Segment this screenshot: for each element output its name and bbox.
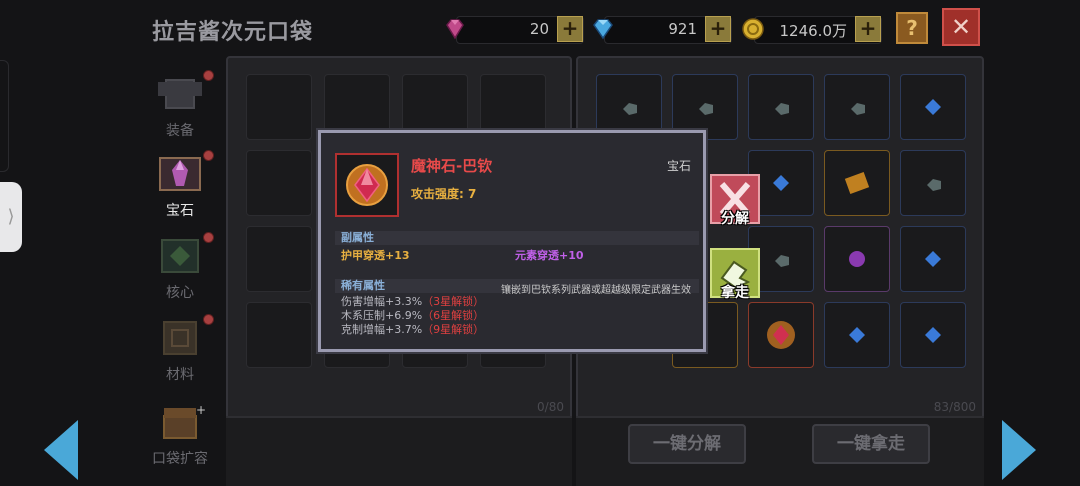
side-drawer-handle[interactable]: ⟩ (0, 182, 22, 252)
close-button[interactable]: ✕ (942, 8, 980, 46)
notification-dot (203, 70, 214, 81)
secondary-attr-header: 副属性 (335, 231, 699, 245)
storage-slot[interactable] (900, 150, 966, 216)
rare-attr-line: 木系压制+6.9%（6星解锁） (341, 309, 484, 323)
item-icon-frame (335, 153, 399, 217)
rare-attr-lock: （3星解锁） (422, 295, 485, 308)
take-button[interactable]: 拿走 (710, 248, 760, 301)
purple-gem-icon (849, 251, 865, 267)
storage-slot[interactable] (824, 150, 890, 216)
material-icon (163, 321, 197, 355)
next-page-arrow-icon[interactable] (1002, 420, 1036, 480)
storage-slot[interactable] (748, 74, 814, 140)
notification-dot (203, 150, 214, 161)
blue-gem-icon (925, 251, 941, 267)
left-edge-frame (0, 60, 9, 172)
item-type: 宝石 (666, 159, 691, 173)
take-all-button[interactable]: 一键拿走 (812, 424, 930, 464)
notification-dot (203, 232, 214, 243)
decompose-label: 分解 (721, 211, 749, 227)
blue-diamond-counter: 921 + (593, 16, 732, 44)
take-label: 拿走 (721, 285, 749, 301)
svg-text:+: + (196, 403, 206, 417)
add-blue-diamond-button[interactable]: + (705, 16, 731, 42)
page-title: 拉吉酱次元口袋 (152, 20, 314, 45)
sidebar-item-pocket-expand[interactable]: + 口袋扩容 (140, 398, 220, 468)
pocket-slot[interactable] (246, 150, 312, 216)
add-pink-gem-button[interactable]: + (557, 16, 583, 42)
prev-page-arrow-icon[interactable] (44, 420, 78, 480)
item-name: 魔神石-巴钦 (411, 157, 493, 175)
rare-attr-line: 克制增幅+3.7%（9星解锁） (341, 323, 484, 337)
pocket-slot[interactable] (246, 302, 312, 368)
pocket-bottom-bar (226, 416, 572, 486)
help-button[interactable]: ? (896, 12, 928, 44)
pink-gem-value: 20 (529, 20, 549, 38)
armor-icon (158, 79, 202, 109)
scroll-icon (844, 172, 870, 194)
rare-attr-text: 克制增幅+3.7% (341, 323, 423, 336)
gem-icon (159, 157, 201, 191)
notification-dot (203, 314, 214, 325)
blue-gem-icon (925, 327, 941, 343)
sidebar-item-material[interactable]: 材料 (140, 314, 220, 384)
rare-attr-lock: （9星解锁） (422, 323, 485, 336)
demon-stone-icon (346, 164, 388, 206)
blue-gem-icon (849, 327, 865, 343)
stone-icon (851, 103, 865, 115)
stone-icon (775, 103, 789, 115)
rare-attr-text: 木系压制+6.9% (341, 309, 423, 322)
pocket-count: 0/80 (537, 400, 564, 414)
blue-gem-icon (925, 99, 941, 115)
sidebar-item-label: 核心 (166, 285, 194, 301)
sidebar-item-equipment[interactable]: 装备 (140, 70, 220, 140)
rare-attr-note: 镶嵌到巴钦系列武器或超越级限定武器生效 (501, 285, 691, 296)
pocket-slot[interactable] (246, 226, 312, 292)
storage-slot[interactable] (824, 74, 890, 140)
storage-slot[interactable] (824, 302, 890, 368)
sidebar-item-core[interactable]: 核心 (140, 232, 220, 302)
rare-attr-lock: （6星解锁） (422, 309, 485, 322)
stone-icon (927, 179, 941, 191)
storage-slot[interactable] (824, 226, 890, 292)
gold-coin-value: 1246.0万 (779, 22, 848, 40)
add-gold-coin-button[interactable]: + (855, 16, 881, 42)
chest-icon: + (163, 403, 206, 439)
storage-slot[interactable] (900, 74, 966, 140)
storage-slot[interactable] (900, 226, 966, 292)
item-tooltip: 魔神石-巴钦 宝石 攻击强度: 7 副属性 护甲穿透+13 元素穿透+10 稀有… (318, 130, 706, 352)
gold-coin-icon (742, 18, 764, 40)
sidebar-item-label: 宝石 (166, 203, 194, 219)
storage-slot-selected[interactable] (748, 302, 814, 368)
sidebar-item-label: 口袋扩容 (152, 451, 208, 467)
gold-coin-counter: 1246.0万 + (742, 16, 882, 44)
demon-stone-icon (767, 321, 795, 349)
pocket-slot[interactable] (246, 74, 312, 140)
blue-diamond-icon (593, 19, 613, 40)
sidebar-item-label: 材料 (166, 367, 194, 383)
blue-diamond-value: 921 (668, 20, 697, 38)
decompose-button[interactable]: 分解 (710, 174, 760, 227)
pink-gem-icon (446, 19, 464, 40)
sidebar-item-label: 装备 (166, 123, 194, 139)
rare-attr-line: 伤害增幅+3.3%（3星解锁） (341, 295, 484, 309)
storage-slot[interactable] (900, 302, 966, 368)
sidebar-item-gem[interactable]: 宝石 (140, 150, 220, 220)
core-icon (161, 239, 199, 273)
secondary-attr-element-pen: 元素穿透+10 (515, 249, 584, 262)
item-attack: 攻击强度: 7 (411, 187, 477, 201)
secondary-attr-armor-pen: 护甲穿透+13 (341, 249, 410, 262)
decompose-all-button[interactable]: 一键分解 (628, 424, 746, 464)
pink-gem-counter: 20 + (446, 16, 584, 44)
storage-count: 83/800 (933, 400, 976, 414)
rare-attr-text: 伤害增幅+3.3% (341, 295, 423, 308)
